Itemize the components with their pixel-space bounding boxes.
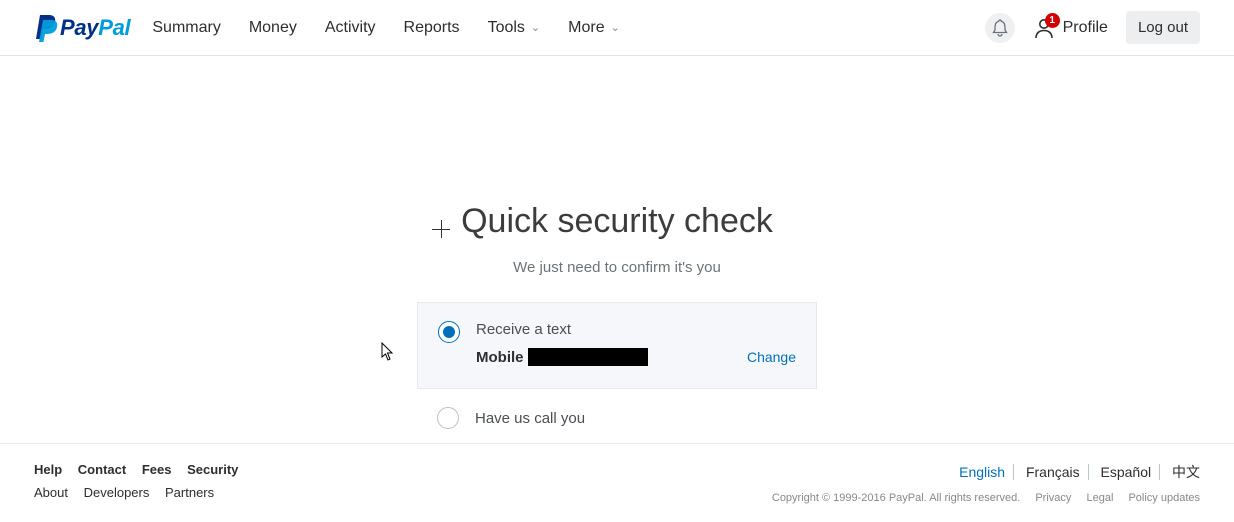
mobile-number-redacted [528, 348, 648, 366]
nav-more-label: More [568, 19, 604, 37]
footer-privacy[interactable]: Privacy [1035, 492, 1071, 504]
paypal-monogram-icon [34, 13, 60, 43]
footer-developers[interactable]: Developers [84, 485, 150, 500]
chevron-down-icon: ⌄ [611, 21, 620, 34]
lang-zhongwen[interactable]: 中文 [1164, 464, 1200, 480]
logo-text-pay: Pay [60, 15, 98, 40]
nav-tools[interactable]: Tools ⌄ [488, 19, 541, 37]
option-call-you[interactable]: Have us call you [417, 407, 817, 429]
radio-dot-icon [443, 326, 455, 338]
nav-reports[interactable]: Reports [404, 19, 460, 37]
logout-button[interactable]: Log out [1126, 11, 1200, 44]
cursor-icon [381, 342, 395, 362]
badge-count: 1 [1049, 15, 1055, 26]
change-link[interactable]: Change [747, 349, 796, 365]
nav-money[interactable]: Money [249, 19, 297, 37]
nav-reports-label: Reports [404, 19, 460, 37]
nav-money-label: Money [249, 19, 297, 37]
footer-help[interactable]: Help [34, 462, 62, 477]
footer-policy-updates[interactable]: Policy updates [1128, 492, 1200, 504]
logo-text-pal: Pal [98, 15, 130, 40]
logout-label: Log out [1138, 19, 1188, 36]
main-content: Quick security check We just need to con… [0, 56, 1234, 429]
option-call-you-label: Have us call you [475, 410, 585, 427]
paypal-logo[interactable]: PayPal [34, 13, 130, 43]
nav-activity[interactable]: Activity [325, 19, 376, 37]
main-nav: Summary Money Activity Reports Tools ⌄ Mo… [152, 19, 619, 37]
footer-about[interactable]: About [34, 485, 68, 500]
lang-francais[interactable]: Français [1018, 464, 1089, 480]
footer-fees[interactable]: Fees [142, 462, 172, 477]
footer-right: English Français Español 中文 Copyright © … [772, 462, 1200, 504]
notification-badge: 1 [1045, 13, 1060, 28]
nav-activity-label: Activity [325, 19, 376, 37]
nav-summary-label: Summary [152, 19, 220, 37]
footer-left-links: Help Contact Fees Security About Develop… [34, 462, 250, 508]
header-bar: PayPal Summary Money Activity Reports To… [0, 0, 1234, 56]
profile-label: Profile [1063, 19, 1108, 37]
footer-security[interactable]: Security [187, 462, 238, 477]
copyright-row: Copyright © 1999-2016 PayPal. All rights… [772, 492, 1200, 504]
page-subtitle: We just need to confirm it's you [0, 259, 1234, 276]
option-receive-text[interactable]: Receive a text Mobile Change [417, 302, 817, 389]
mobile-label: Mobile [476, 349, 524, 366]
lang-espanol[interactable]: Español [1093, 464, 1161, 480]
footer: Help Contact Fees Security About Develop… [0, 443, 1234, 522]
footer-partners[interactable]: Partners [165, 485, 214, 500]
radio-receive-text[interactable] [438, 321, 460, 343]
nav-more[interactable]: More ⌄ [568, 19, 620, 37]
nav-tools-label: Tools [488, 19, 525, 37]
lang-english[interactable]: English [951, 464, 1014, 480]
option-receive-text-label: Receive a text [476, 321, 796, 338]
nav-summary[interactable]: Summary [152, 19, 220, 37]
chevron-down-icon: ⌄ [531, 21, 540, 34]
footer-legal[interactable]: Legal [1086, 492, 1113, 504]
header-right: 1 Profile Log out [985, 11, 1200, 44]
language-selector: English Français Español 中文 [772, 462, 1200, 482]
radio-call-you[interactable] [437, 407, 459, 429]
bell-icon [992, 19, 1008, 37]
profile-link[interactable]: 1 Profile [1033, 17, 1108, 39]
footer-contact[interactable]: Contact [78, 462, 126, 477]
copyright-text: Copyright © 1999-2016 PayPal. All rights… [772, 492, 1020, 504]
page-title: Quick security check [0, 202, 1234, 241]
notifications-button[interactable] [985, 13, 1015, 43]
